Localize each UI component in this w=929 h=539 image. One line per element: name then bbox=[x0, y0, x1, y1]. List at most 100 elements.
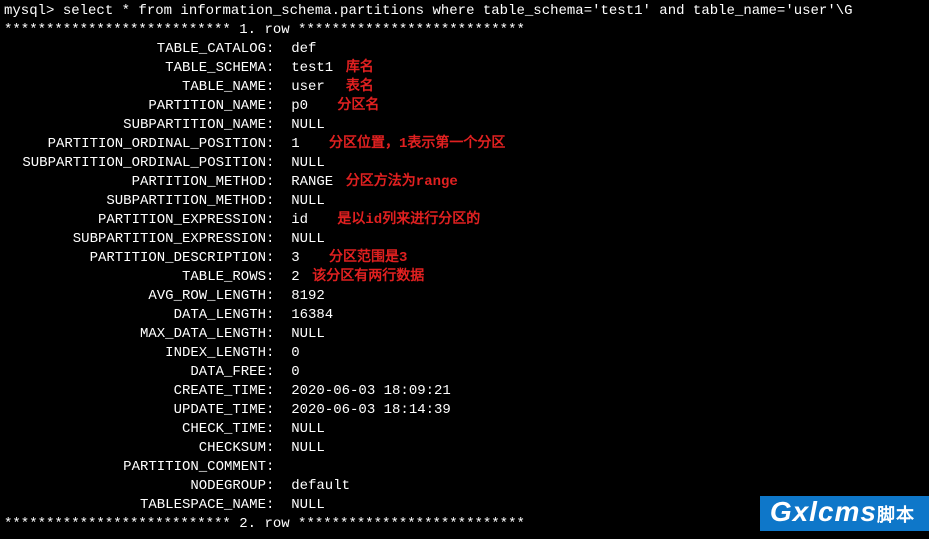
watermark-badge: Gxlcms脚本 bbox=[760, 496, 929, 531]
field-row: DATA_FREE: 0 bbox=[4, 363, 925, 382]
colon: : bbox=[266, 382, 291, 401]
field-row: SUBPARTITION_EXPRESSION: NULL bbox=[4, 230, 925, 249]
row-separator-1: *************************** 1. row *****… bbox=[4, 21, 925, 40]
watermark-main: Gxlcms bbox=[770, 496, 877, 527]
field-row: UPDATE_TIME: 2020-06-03 18:14:39 bbox=[4, 401, 925, 420]
field-value: 2 bbox=[291, 268, 299, 287]
field-label: CHECKSUM bbox=[4, 439, 266, 458]
field-label: CREATE_TIME bbox=[4, 382, 266, 401]
field-value: NULL bbox=[291, 325, 325, 344]
field-label: PARTITION_DESCRIPTION bbox=[4, 249, 266, 268]
field-row: MAX_DATA_LENGTH: NULL bbox=[4, 325, 925, 344]
field-row: TABLE_CATALOG: def bbox=[4, 40, 925, 59]
field-row: PARTITION_EXPRESSION: id 是以id列来进行分区的 bbox=[4, 211, 925, 230]
field-row: INDEX_LENGTH: 0 bbox=[4, 344, 925, 363]
field-label: PARTITION_ORDINAL_POSITION bbox=[4, 135, 266, 154]
field-row: TABLE_ROWS: 2该分区有两行数据 bbox=[4, 268, 925, 287]
annotation: 分区范围是3 bbox=[316, 249, 407, 268]
field-value: 0 bbox=[291, 344, 299, 363]
field-label: CHECK_TIME bbox=[4, 420, 266, 439]
field-label: UPDATE_TIME bbox=[4, 401, 266, 420]
field-label: SUBPARTITION_ORDINAL_POSITION bbox=[4, 154, 266, 173]
field-row: SUBPARTITION_NAME: NULL bbox=[4, 116, 925, 135]
field-value: 3 bbox=[291, 249, 316, 268]
prompt: mysql> bbox=[4, 3, 63, 19]
colon: : bbox=[266, 173, 291, 192]
result-fields: TABLE_CATALOG: defTABLE_SCHEMA: test1库名T… bbox=[4, 40, 925, 515]
field-value: 16384 bbox=[291, 306, 333, 325]
field-row: CREATE_TIME: 2020-06-03 18:09:21 bbox=[4, 382, 925, 401]
colon: : bbox=[266, 344, 291, 363]
field-value: 2020-06-03 18:14:39 bbox=[291, 401, 451, 420]
annotation: 库名 bbox=[333, 59, 374, 78]
annotation: 分区位置，1表示第一个分区 bbox=[316, 135, 505, 154]
field-value: NULL bbox=[291, 496, 325, 515]
field-value: 2020-06-03 18:09:21 bbox=[291, 382, 451, 401]
annotation: 是以id列来进行分区的 bbox=[325, 211, 480, 230]
colon: : bbox=[266, 192, 291, 211]
colon: : bbox=[266, 59, 291, 78]
field-value: default bbox=[291, 477, 350, 496]
field-value: p0 bbox=[291, 97, 325, 116]
field-row: CHECKSUM: NULL bbox=[4, 439, 925, 458]
colon: : bbox=[266, 97, 291, 116]
colon: : bbox=[266, 287, 291, 306]
field-row: PARTITION_ORDINAL_POSITION: 1 分区位置，1表示第一… bbox=[4, 135, 925, 154]
field-value: NULL bbox=[291, 116, 325, 135]
colon: : bbox=[266, 420, 291, 439]
watermark-sub: 脚本 bbox=[877, 505, 915, 525]
field-value: 1 bbox=[291, 135, 316, 154]
colon: : bbox=[266, 458, 291, 477]
colon: : bbox=[266, 211, 291, 230]
field-value: NULL bbox=[291, 230, 325, 249]
colon: : bbox=[266, 78, 291, 97]
field-value: NULL bbox=[291, 154, 325, 173]
field-label: TABLESPACE_NAME bbox=[4, 496, 266, 515]
colon: : bbox=[266, 477, 291, 496]
colon: : bbox=[266, 439, 291, 458]
mysql-prompt-line[interactable]: mysql> select * from information_schema.… bbox=[4, 2, 925, 21]
field-label: TABLE_SCHEMA bbox=[4, 59, 266, 78]
field-label: PARTITION_METHOD bbox=[4, 173, 266, 192]
colon: : bbox=[266, 363, 291, 382]
annotation: 表名 bbox=[333, 78, 374, 97]
field-value: user bbox=[291, 78, 333, 97]
colon: : bbox=[266, 306, 291, 325]
colon: : bbox=[266, 135, 291, 154]
field-row: NODEGROUP: default bbox=[4, 477, 925, 496]
field-row: PARTITION_COMMENT: bbox=[4, 458, 925, 477]
field-row: AVG_ROW_LENGTH: 8192 bbox=[4, 287, 925, 306]
colon: : bbox=[266, 268, 291, 287]
field-value: 0 bbox=[291, 363, 299, 382]
query-text: select * from information_schema.partiti… bbox=[63, 3, 853, 19]
field-label: SUBPARTITION_METHOD bbox=[4, 192, 266, 211]
field-value: NULL bbox=[291, 420, 325, 439]
field-row: CHECK_TIME: NULL bbox=[4, 420, 925, 439]
field-row: PARTITION_METHOD: RANGE分区方法为range bbox=[4, 173, 925, 192]
field-value: test1 bbox=[291, 59, 333, 78]
field-label: MAX_DATA_LENGTH bbox=[4, 325, 266, 344]
field-label: DATA_FREE bbox=[4, 363, 266, 382]
field-label: TABLE_NAME bbox=[4, 78, 266, 97]
colon: : bbox=[266, 116, 291, 135]
field-label: PARTITION_EXPRESSION bbox=[4, 211, 266, 230]
field-label: AVG_ROW_LENGTH bbox=[4, 287, 266, 306]
annotation: 分区名 bbox=[325, 97, 380, 116]
field-value: NULL bbox=[291, 192, 325, 211]
colon: : bbox=[266, 496, 291, 515]
field-row: TABLE_SCHEMA: test1库名 bbox=[4, 59, 925, 78]
field-label: SUBPARTITION_EXPRESSION bbox=[4, 230, 266, 249]
field-label: INDEX_LENGTH bbox=[4, 344, 266, 363]
field-row: PARTITION_DESCRIPTION: 3 分区范围是3 bbox=[4, 249, 925, 268]
field-row: PARTITION_NAME: p0 分区名 bbox=[4, 97, 925, 116]
field-label: TABLE_CATALOG bbox=[4, 40, 266, 59]
colon: : bbox=[266, 401, 291, 420]
field-value: RANGE bbox=[291, 173, 333, 192]
colon: : bbox=[266, 249, 291, 268]
field-value: def bbox=[291, 40, 316, 59]
field-label: DATA_LENGTH bbox=[4, 306, 266, 325]
field-label: TABLE_ROWS bbox=[4, 268, 266, 287]
field-value: 8192 bbox=[291, 287, 325, 306]
field-row: SUBPARTITION_METHOD: NULL bbox=[4, 192, 925, 211]
field-label: PARTITION_NAME bbox=[4, 97, 266, 116]
